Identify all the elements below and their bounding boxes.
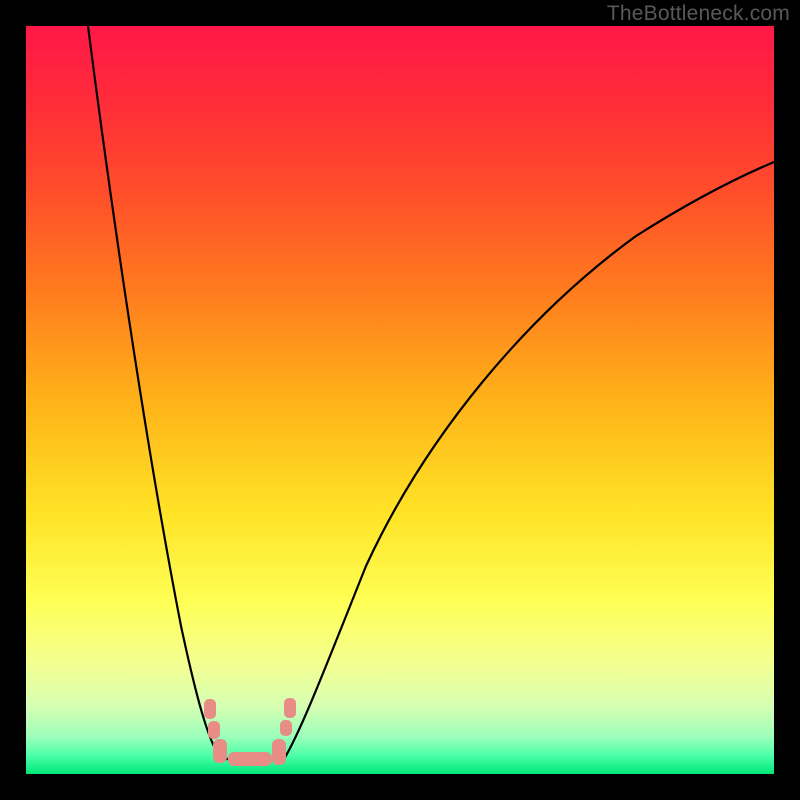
gradient-background xyxy=(26,26,774,774)
marker-bead xyxy=(228,752,272,766)
marker-bead xyxy=(204,699,216,719)
marker-bead xyxy=(208,721,220,739)
plot-area xyxy=(26,26,774,774)
marker-bead xyxy=(213,739,227,763)
watermark-text: TheBottleneck.com xyxy=(607,2,790,26)
app-root: TheBottleneck.com xyxy=(0,0,800,800)
marker-bead xyxy=(284,698,296,718)
chart-svg xyxy=(26,26,774,774)
marker-bead xyxy=(280,720,292,736)
marker-bead xyxy=(272,739,286,765)
